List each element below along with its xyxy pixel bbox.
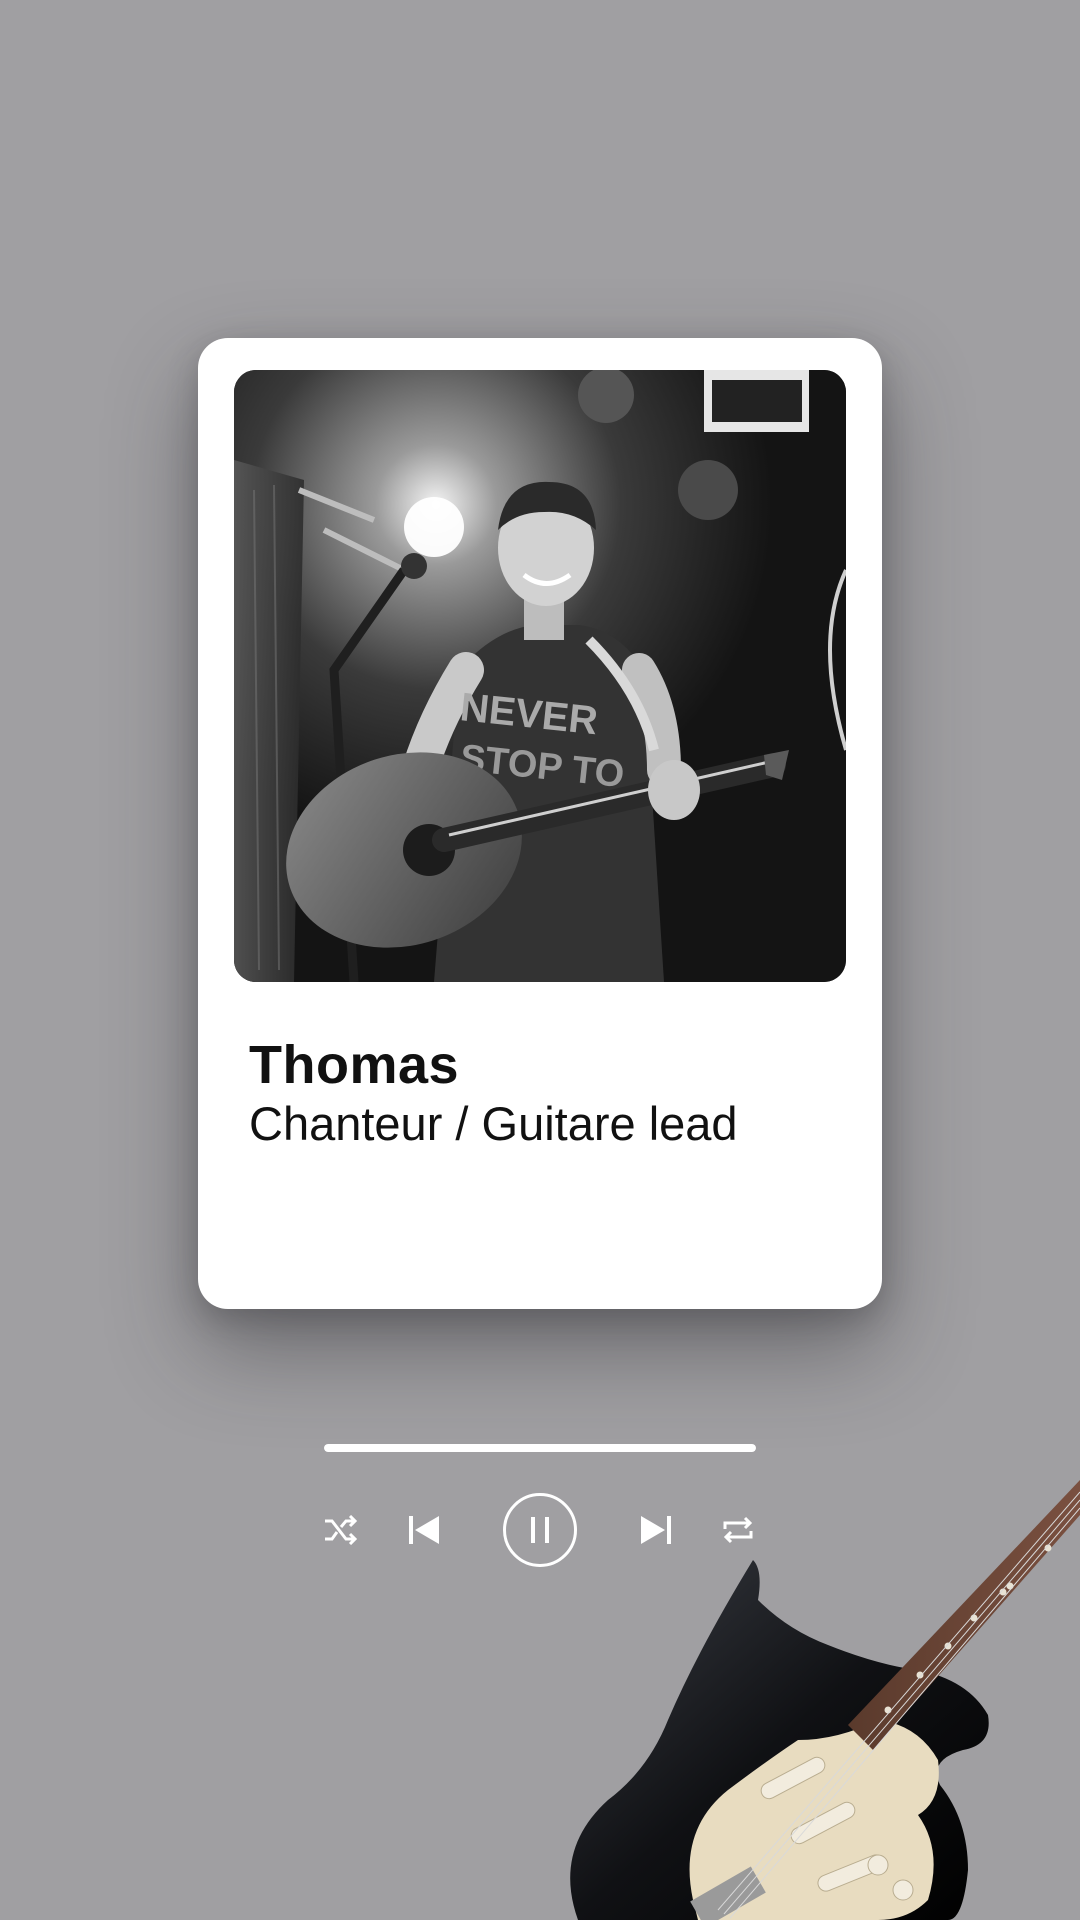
progress-fill bbox=[324, 1444, 756, 1452]
artist-card: NEVER STOP TO Thomas Chanteur / Guitare … bbox=[198, 338, 882, 1309]
shuffle-button[interactable] bbox=[318, 1508, 362, 1552]
previous-button[interactable] bbox=[402, 1508, 446, 1552]
artist-photo: NEVER STOP TO bbox=[234, 370, 846, 982]
artist-role: Chanteur / Guitare lead bbox=[249, 1097, 738, 1150]
electric-guitar-illustration bbox=[570, 1480, 1080, 1920]
skip-previous-icon bbox=[409, 1516, 439, 1544]
shuffle-icon bbox=[325, 1515, 357, 1545]
progress-bar[interactable] bbox=[324, 1444, 756, 1452]
screen: NEVER STOP TO Thomas Chanteur / Guitare … bbox=[0, 0, 1080, 1920]
artist-name: Thomas bbox=[249, 1035, 460, 1095]
